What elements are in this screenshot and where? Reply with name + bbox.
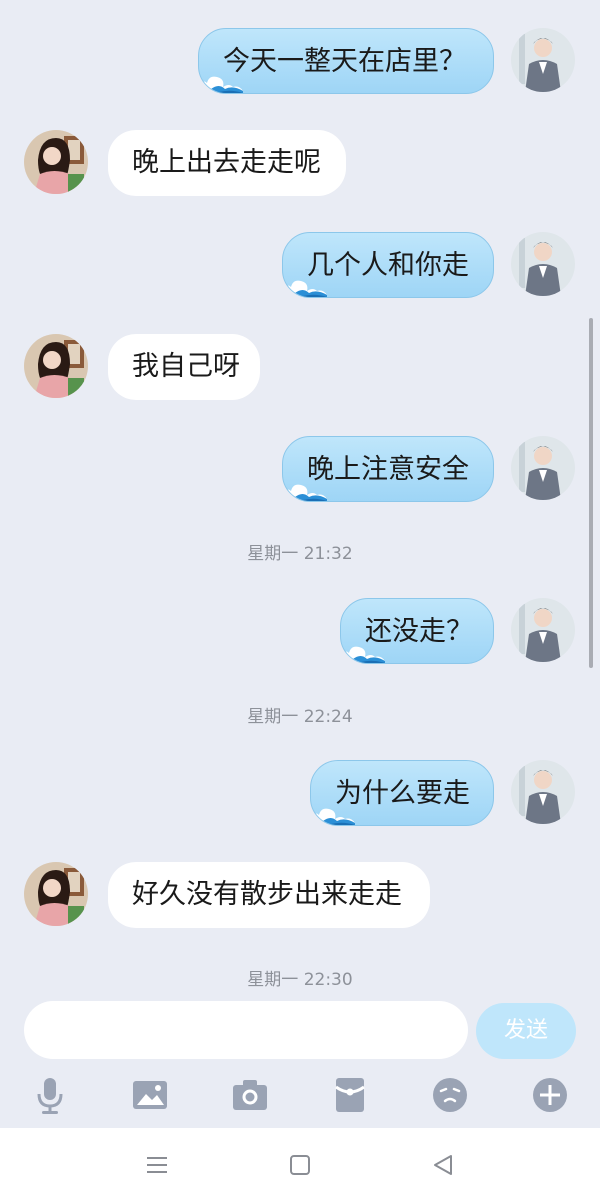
message-text: 几个人和你走 (307, 250, 469, 281)
outgoing-bubble[interactable]: 几个人和你走 (282, 232, 494, 298)
contact-avatar[interactable] (24, 130, 88, 194)
incoming-bubble[interactable]: 好久没有散步出来走走 (108, 862, 430, 928)
timestamp: 星期一 22:24 (247, 707, 353, 727)
menu-icon[interactable] (142, 1150, 172, 1180)
message-row: 晚上注意安全 (0, 436, 600, 502)
my-avatar[interactable] (511, 598, 575, 662)
timestamp: 星期一 21:32 (247, 544, 353, 564)
outgoing-bubble[interactable]: 为什么要走 (310, 760, 494, 826)
message-row: 还没走？ (0, 598, 600, 664)
plus-icon[interactable] (525, 1070, 575, 1120)
message-text: 晚上出去走走呢 (132, 147, 321, 178)
contact-avatar[interactable] (24, 334, 88, 398)
red-packet-icon[interactable] (325, 1070, 375, 1120)
outgoing-bubble[interactable]: 晚上注意安全 (282, 436, 494, 502)
message-text: 今天一整天在店里？ (223, 46, 466, 77)
home-icon[interactable] (285, 1150, 315, 1180)
input-toolbar (0, 1070, 600, 1126)
incoming-bubble[interactable]: 我自己呀 (108, 334, 260, 400)
message-row: 我自己呀 (0, 334, 600, 400)
timestamp: 星期一 22:30 (247, 970, 353, 990)
back-icon[interactable] (428, 1150, 458, 1180)
camera-icon[interactable] (225, 1070, 275, 1120)
message-row: 好久没有散步出来走走 (0, 862, 600, 928)
emoji-icon[interactable] (425, 1070, 475, 1120)
message-row: 为什么要走 (0, 760, 600, 826)
message-text: 为什么要走 (335, 778, 470, 809)
chat-area[interactable]: 今天一整天在店里？ 晚上出去走走呢 几个人和你走 我自己呀 晚上注意安全 星期一… (0, 0, 600, 995)
my-avatar[interactable] (511, 232, 575, 296)
message-text: 还没走？ (365, 616, 473, 647)
send-button[interactable]: 发送 (476, 1003, 576, 1059)
message-input[interactable] (24, 1001, 468, 1059)
message-text: 好久没有散步出来走走 (132, 879, 402, 910)
contact-avatar[interactable] (24, 862, 88, 926)
message-row: 几个人和你走 (0, 232, 600, 298)
image-icon[interactable] (125, 1070, 175, 1120)
my-avatar[interactable] (511, 436, 575, 500)
system-nav-bar (0, 1128, 600, 1200)
message-text: 晚上注意安全 (307, 454, 469, 485)
incoming-bubble[interactable]: 晚上出去走走呢 (108, 130, 346, 196)
my-avatar[interactable] (511, 28, 575, 92)
scrollbar[interactable] (589, 318, 593, 668)
microphone-icon[interactable] (25, 1070, 75, 1120)
outgoing-bubble[interactable]: 还没走？ (340, 598, 494, 664)
message-row: 今天一整天在店里？ (0, 28, 600, 94)
message-text: 我自己呀 (132, 351, 240, 382)
outgoing-bubble[interactable]: 今天一整天在店里？ (198, 28, 494, 94)
my-avatar[interactable] (511, 760, 575, 824)
message-row: 晚上出去走走呢 (0, 130, 600, 196)
